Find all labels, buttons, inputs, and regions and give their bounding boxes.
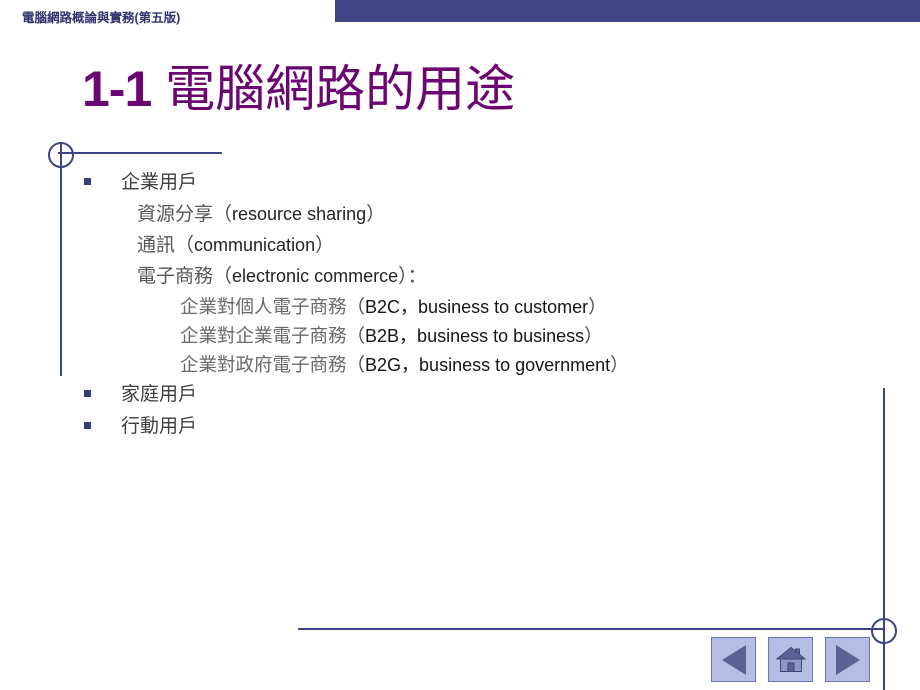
slide-canvas: 電腦網路概論與實務(第五版) 1-1 電腦網路的用途 企業用戶 資源分享（res… <box>0 0 920 690</box>
page-title-text: 電腦網路的用途 <box>165 60 516 118</box>
open-paren: （ <box>346 355 366 376</box>
bullet-label: 家庭用戶 <box>121 383 198 405</box>
square-bullet-icon <box>84 422 91 429</box>
open-paren: （ <box>213 265 233 287</box>
sub-item-en: electronic commerce <box>232 266 399 286</box>
bullet-label: 行動用戶 <box>121 415 198 437</box>
open-paren: （ <box>346 297 366 318</box>
sub-sub-item: 企業對企業電子商務（B2B，business to business） <box>180 322 884 350</box>
sub-item-en: communication <box>194 235 316 255</box>
sub-item-cjk: 通訊 <box>137 234 176 256</box>
sub-sub-item: 企業對政府電子商務（B2G，business to government） <box>180 351 884 379</box>
page-title-number: 1-1 <box>82 61 152 117</box>
close-paren: ） <box>366 203 386 225</box>
sub-sub-item-en: B2B，business to business <box>365 326 585 346</box>
bottom-horizontal-rule <box>298 628 884 630</box>
left-vertical-rule <box>60 144 62 376</box>
top-left-circle-ornament <box>48 142 74 168</box>
header-title: 電腦網路概論與實務(第五版) <box>22 11 181 25</box>
open-paren: （ <box>346 326 366 347</box>
bullet-item: 家庭用戶 <box>84 380 884 410</box>
header-accent-bar <box>335 0 920 22</box>
sub-item: 通訊（communication） <box>137 231 884 260</box>
bottom-right-circle-ornament <box>871 618 897 644</box>
home-slide-button[interactable] <box>768 637 813 682</box>
bullet-label: 企業用戶 <box>121 171 198 193</box>
sub-sub-item-cjk: 企業對個人電子商務 <box>180 297 347 318</box>
sub-sub-item-en: B2C，business to customer <box>365 297 589 317</box>
sub-sub-item-cjk: 企業對政府電子商務 <box>180 355 347 376</box>
square-bullet-icon <box>84 178 91 185</box>
close-paren: ） <box>315 234 335 256</box>
home-icon <box>775 646 806 672</box>
open-paren: （ <box>213 203 233 225</box>
top-horizontal-rule <box>58 152 222 154</box>
triangle-right-icon <box>835 644 860 675</box>
open-paren: （ <box>175 234 195 256</box>
sub-sub-item: 企業對個人電子商務（B2C，business to customer） <box>180 293 884 321</box>
close-paren: ） <box>610 355 629 376</box>
sub-item: 電子商務（electronic commerce）： <box>137 262 884 291</box>
square-bullet-icon <box>84 390 91 397</box>
bullet-item: 企業用戶 <box>84 168 884 198</box>
next-slide-button[interactable] <box>825 637 870 682</box>
close-paren: ） <box>588 297 607 318</box>
sub-item-en: resource sharing <box>232 204 367 224</box>
slide-navigation <box>711 637 870 682</box>
sub-sub-item-en: B2G，business to government <box>365 355 611 375</box>
sub-item: 資源分享（resource sharing） <box>137 200 884 229</box>
page-title: 1-1 電腦網路的用途 <box>82 62 515 116</box>
slide-body: 企業用戶 資源分享（resource sharing） 通訊（communica… <box>84 168 884 444</box>
sub-item-cjk: 資源分享 <box>137 203 214 225</box>
sub-item-cjk: 電子商務 <box>137 265 214 287</box>
bullet-item: 行動用戶 <box>84 412 884 442</box>
close-paren: ）： <box>398 265 427 287</box>
close-paren: ） <box>584 326 603 347</box>
sub-sub-item-cjk: 企業對企業電子商務 <box>180 326 347 347</box>
triangle-left-icon <box>721 644 746 675</box>
previous-slide-button[interactable] <box>711 637 756 682</box>
